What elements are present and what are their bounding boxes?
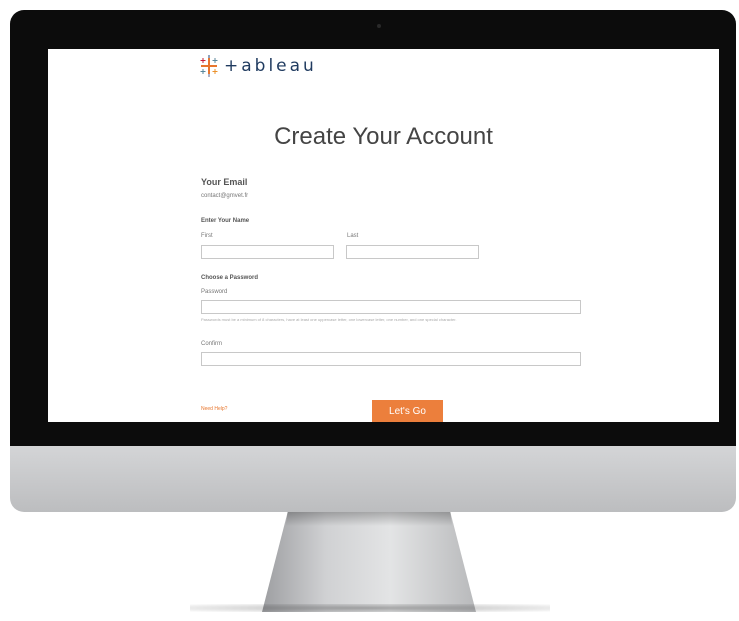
logo-wordmark: +ableau: [224, 56, 317, 76]
monitor-screen: +ableau Create Your Account Your Email c…: [48, 49, 719, 422]
password-label: Password: [201, 289, 228, 295]
camera-dot: [377, 24, 381, 28]
monitor-chin: [10, 446, 736, 512]
monitor-bezel: +ableau Create Your Account Your Email c…: [10, 10, 736, 446]
first-name-label: First: [201, 233, 213, 239]
stand-shadow: [285, 512, 453, 526]
password-requirements-hint: Passwords must be a minimum of 8 charact…: [201, 317, 457, 322]
tableau-logo: +ableau: [198, 55, 317, 77]
last-name-label: Last: [347, 233, 359, 239]
page-title: Create Your Account: [274, 123, 493, 150]
password-heading: Choose a Password: [201, 275, 259, 281]
email-heading: Your Email: [201, 177, 248, 187]
confirm-password-input[interactable]: [201, 352, 581, 366]
tableau-cross-icon: [200, 55, 218, 77]
floor-shadow: [190, 604, 550, 612]
confirm-label: Confirm: [201, 341, 223, 347]
last-name-input[interactable]: [346, 245, 479, 259]
password-input[interactable]: [201, 300, 581, 314]
lets-go-button[interactable]: Let's Go: [372, 400, 443, 422]
email-value: contact@gmvet.fr: [201, 193, 249, 199]
first-name-input[interactable]: [201, 245, 334, 259]
monitor-stand: [262, 512, 476, 612]
name-heading: Enter Your Name: [201, 218, 250, 224]
need-help-link[interactable]: Need Help?: [201, 406, 227, 412]
